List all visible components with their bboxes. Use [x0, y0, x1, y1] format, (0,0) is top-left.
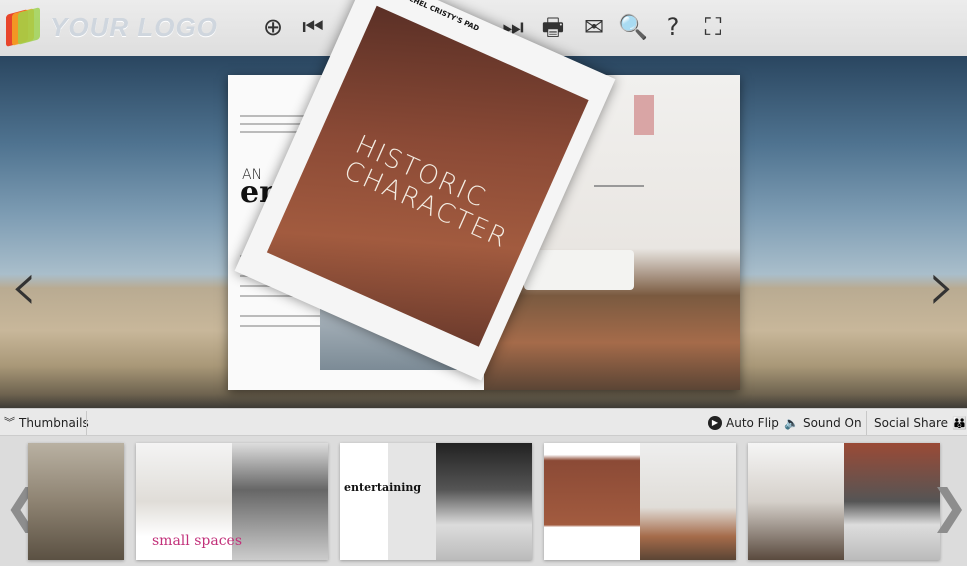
speaker-icon: 🔈	[784, 416, 799, 430]
logo-text: YOUR LOGO	[50, 11, 218, 42]
logo-icon	[4, 7, 42, 47]
auto-flip-label: Auto Flip	[726, 416, 779, 430]
first-page-icon: ⏮	[302, 13, 324, 41]
bottom-bar: ︾ Thumbnails ▶ Auto Flip 🔈 Sound On Soci…	[0, 408, 967, 436]
thumbnail-2-label: small spaces	[152, 533, 243, 549]
help-button[interactable]: ?	[658, 12, 688, 42]
help-icon: ?	[666, 13, 680, 41]
thumbnail-4[interactable]	[544, 443, 736, 560]
logo: YOUR LOGO	[4, 7, 218, 47]
search-icon: 🔍	[618, 13, 648, 41]
zoom-in-icon: ⊕	[262, 13, 284, 41]
first-page-button[interactable]: ⏮	[298, 12, 328, 42]
fullscreen-icon: ⛶	[704, 13, 722, 41]
sound-label: Sound On	[802, 416, 862, 430]
auto-flip-button[interactable]: ▶ Auto Flip	[708, 409, 779, 437]
people-icon: 👪	[952, 416, 967, 430]
thumbnail-5[interactable]	[748, 443, 940, 560]
sound-button[interactable]: 🔈 Sound On	[784, 409, 862, 437]
thumbnails-label: Thumbnails	[19, 416, 89, 430]
next-page-arrow[interactable]: ›	[922, 236, 962, 336]
thumbnails-toggle[interactable]: ︾ Thumbnails	[4, 409, 89, 437]
print-button[interactable]: 🖶	[538, 12, 568, 42]
social-share-button[interactable]: Social Share 👪	[874, 409, 967, 437]
thumbnail-1[interactable]	[28, 443, 124, 560]
print-icon: 🖶	[541, 13, 565, 41]
social-share-label: Social Share	[874, 416, 949, 430]
fullscreen-button[interactable]: ⛶	[698, 12, 728, 42]
previous-page-arrow[interactable]: ‹	[4, 236, 44, 336]
thumbnails-next-arrow[interactable]: ❯	[930, 476, 967, 536]
zoom-in-button[interactable]: ⊕	[258, 12, 288, 42]
email-icon: ✉	[583, 13, 605, 41]
double-chevron-down-icon: ︾	[4, 416, 15, 429]
thumbnail-3[interactable]: entertaining	[340, 443, 532, 560]
thumbnail-strip: ❮ small spaces entertaining ❯	[0, 436, 967, 566]
search-button[interactable]: 🔍	[618, 12, 648, 42]
thumbnail-2[interactable]: small spaces	[136, 443, 328, 560]
email-button[interactable]: ✉	[579, 12, 609, 42]
play-circle-icon: ▶	[708, 416, 722, 430]
thumbnail-3-label: entertaining	[344, 481, 422, 494]
